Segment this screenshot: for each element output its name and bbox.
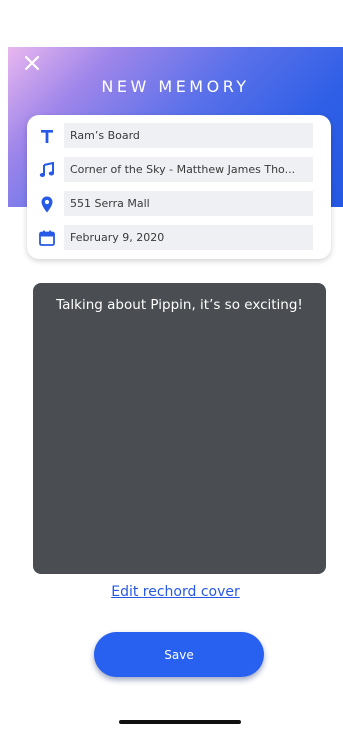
location-pin-icon bbox=[37, 194, 57, 214]
memory-text-area[interactable]: Talking about Pippin, it’s so exciting! bbox=[33, 283, 326, 574]
song-row: Corner of the Sky - Matthew James Tho... bbox=[27, 157, 331, 183]
memory-text: Talking about Pippin, it’s so exciting! bbox=[56, 297, 303, 313]
page-title: NEW MEMORY bbox=[101, 77, 250, 96]
close-icon bbox=[24, 55, 40, 71]
title-row: Ram’s Board bbox=[27, 123, 331, 149]
music-note-icon bbox=[37, 160, 57, 180]
date-field[interactable]: February 9, 2020 bbox=[64, 225, 313, 250]
close-button[interactable] bbox=[22, 53, 42, 73]
song-field[interactable]: Corner of the Sky - Matthew James Tho... bbox=[64, 157, 313, 182]
page: NEW MEMORY Ram’s Board Corner of the Sky… bbox=[8, 0, 343, 733]
board-title-field[interactable]: Ram’s Board bbox=[64, 123, 313, 148]
date-row: February 9, 2020 bbox=[27, 225, 331, 251]
text-t-icon bbox=[37, 126, 57, 146]
status-bar bbox=[8, 0, 343, 47]
calendar-icon bbox=[37, 228, 57, 248]
location-field[interactable]: 551 Serra Mall bbox=[64, 191, 313, 216]
edit-cover-link[interactable]: Edit rechord cover bbox=[8, 584, 343, 600]
left-edge bbox=[0, 0, 8, 733]
home-indicator bbox=[119, 720, 241, 724]
save-button[interactable]: Save bbox=[94, 632, 264, 677]
memory-info-card: Ram’s Board Corner of the Sky - Matthew … bbox=[27, 115, 331, 259]
location-row: 551 Serra Mall bbox=[27, 191, 331, 217]
